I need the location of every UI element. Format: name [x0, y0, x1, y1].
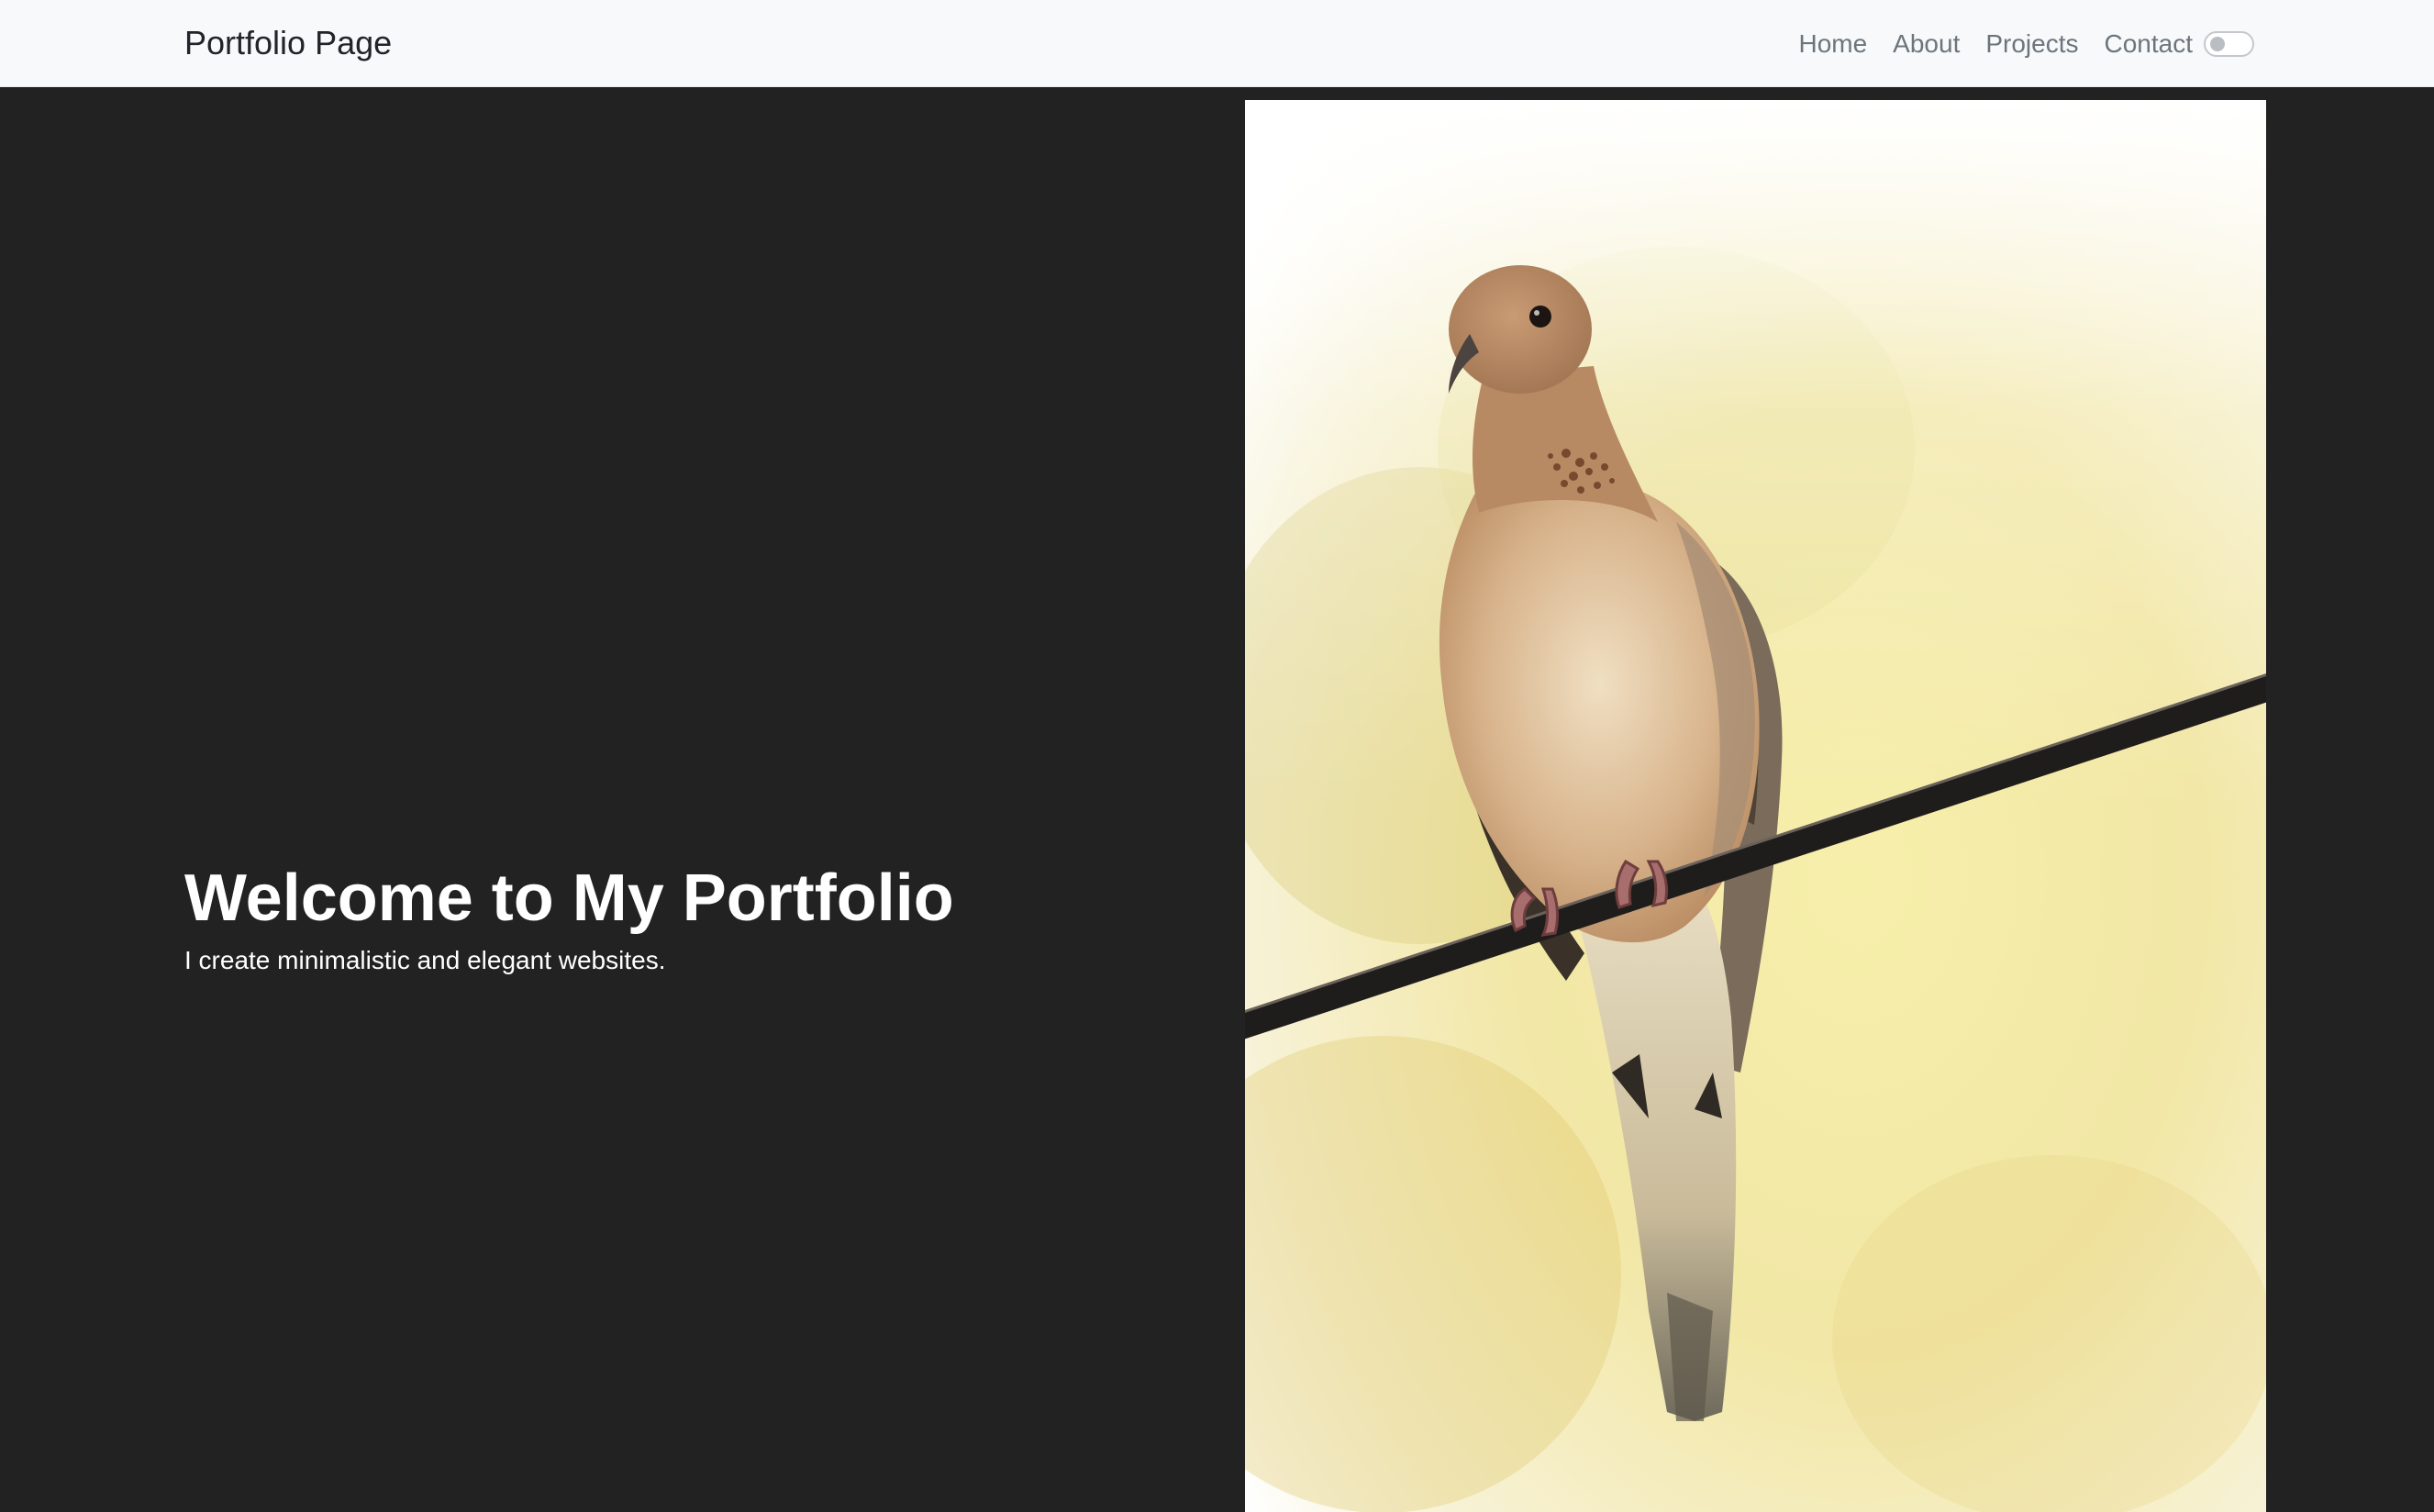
hero-text-block: Welcome to My Portfolio I create minimal…: [184, 860, 954, 977]
dove-photo: [1245, 100, 2266, 1512]
nav-link-about[interactable]: About: [1893, 29, 1960, 59]
nav-link-home[interactable]: Home: [1798, 29, 1867, 59]
navbar-brand[interactable]: Portfolio Page: [184, 21, 392, 65]
hero-title: Welcome to My Portfolio: [184, 862, 954, 935]
theme-toggle-switch[interactable]: [2204, 30, 2254, 57]
nav-link-projects[interactable]: Projects: [1985, 29, 2078, 59]
toggle-knob: [2210, 36, 2225, 51]
nav-link-contact[interactable]: Contact: [2105, 29, 2194, 59]
nav-links: Home About Projects Contact: [1798, 0, 2254, 87]
hero-subtitle: I create minimalistic and elegant websit…: [184, 946, 666, 974]
navbar: Portfolio Page Home About Projects Conta…: [0, 0, 2434, 87]
hero-image-dove: [1245, 100, 2266, 1512]
